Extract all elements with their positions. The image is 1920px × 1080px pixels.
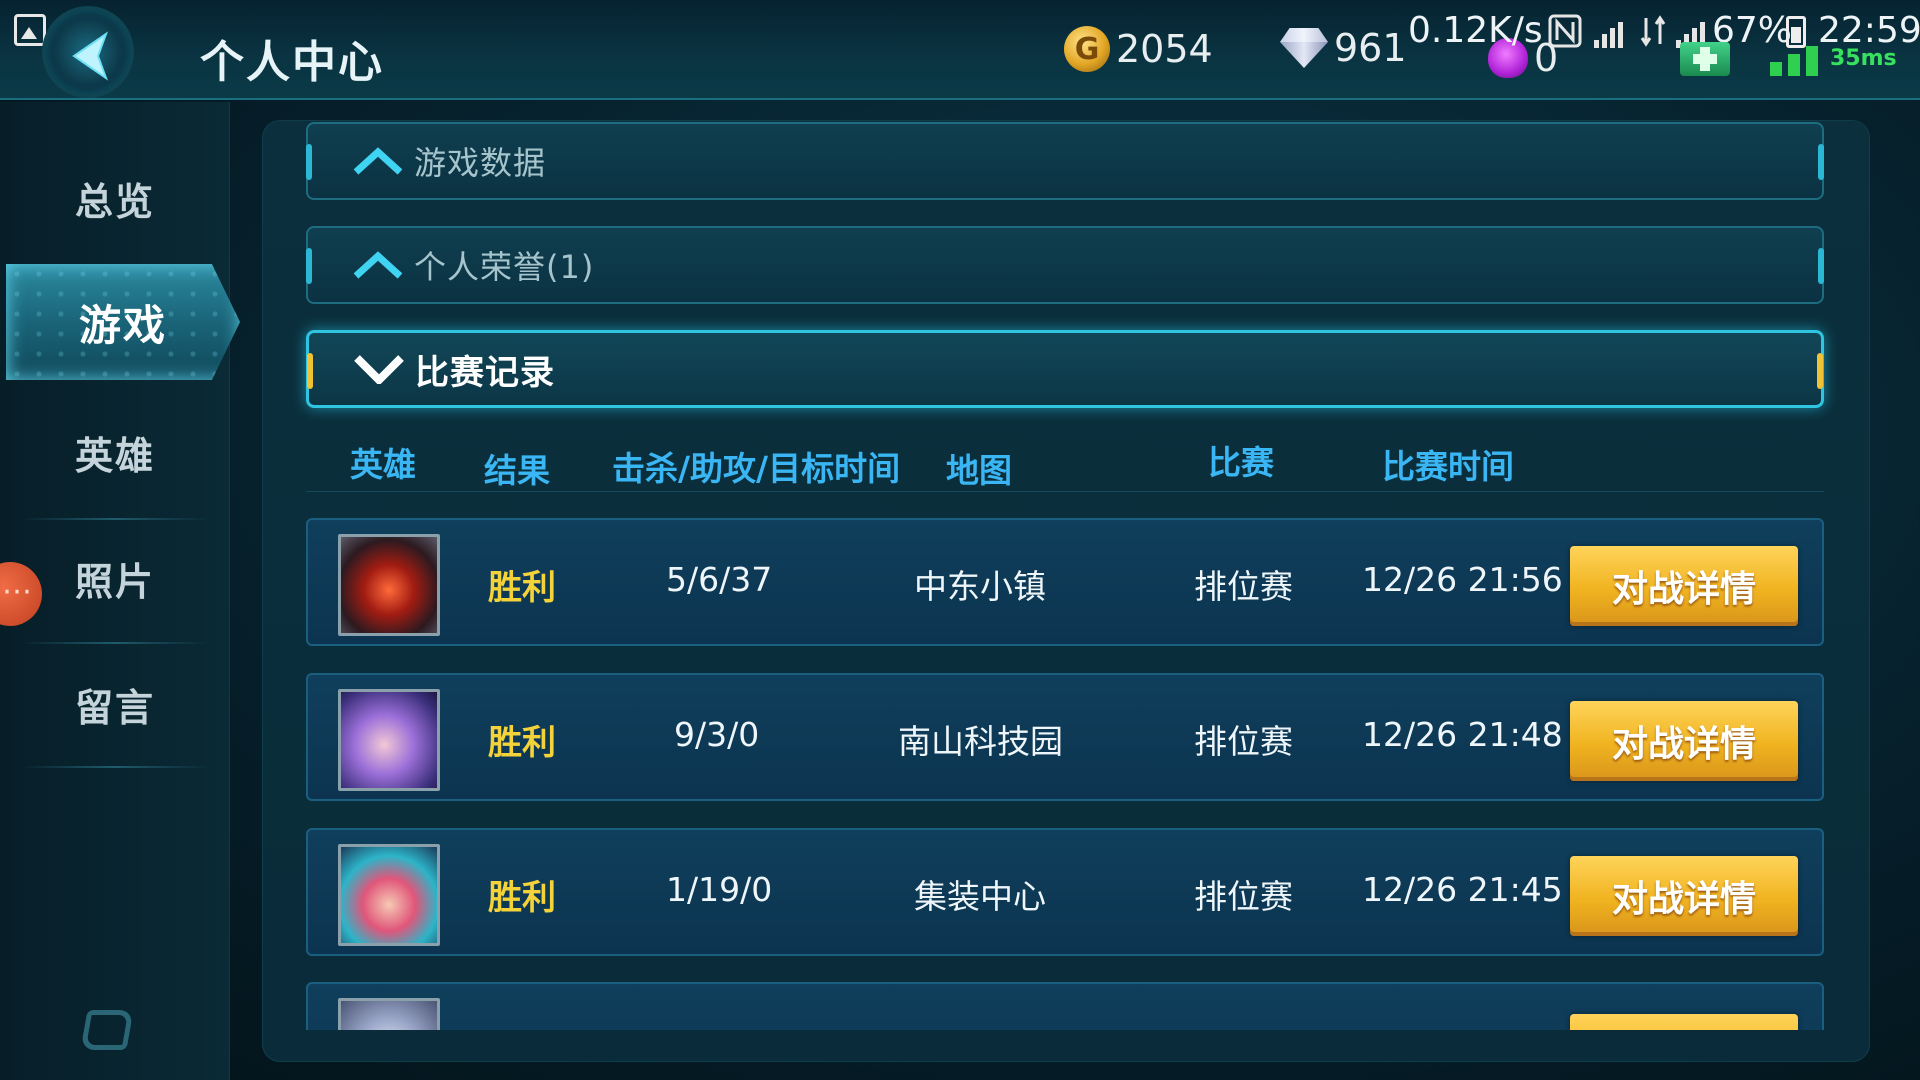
top-bar: 个人中心 G 2054 961 0 0.12K/s 67% 22:59 35ms — [0, 0, 1920, 100]
match-detail-button[interactable]: 对战详情 — [1570, 856, 1798, 936]
back-button[interactable] — [42, 6, 134, 98]
clock: 22:59 — [1818, 10, 1920, 51]
battery-icon — [1786, 16, 1806, 48]
match-map: 集装中心 — [914, 877, 1046, 916]
table-row[interactable]: 胜利 1/19/0 集装中心 排位赛 12/26 21:45 对战详情 — [306, 828, 1824, 956]
section-personal-honors[interactable]: 个人荣誉(1) — [306, 226, 1824, 304]
match-mode: 排位赛 — [1194, 877, 1293, 916]
page-title: 个人中心 — [200, 37, 384, 88]
section-label: 游戏数据 — [414, 144, 547, 182]
section-label: 个人荣誉(1) — [414, 248, 595, 286]
hero-avatar — [338, 534, 440, 636]
section-match-history[interactable]: 比赛记录 — [306, 330, 1824, 408]
back-arrow-icon — [72, 31, 109, 81]
match-mode: 排位赛 — [1194, 722, 1293, 761]
table-row-clip — [306, 982, 1824, 1030]
chevron-up-icon — [353, 147, 403, 175]
chevron-down-icon — [354, 355, 404, 384]
match-kda: 9/3/0 — [674, 715, 760, 754]
table-row[interactable]: 胜利 9/3/0 南山科技园 排位赛 12/26 21:48 对战详情 — [306, 673, 1824, 801]
match-result: 胜利 — [488, 568, 556, 608]
column-time: 比赛时间 — [1382, 447, 1514, 486]
match-table-header: 英雄 结果 击杀/助攻/目标时间 地图 比赛 比赛时间 — [306, 432, 1824, 492]
diamond-counter: 961 — [1280, 26, 1407, 70]
match-map: 中东小镇 — [914, 567, 1046, 606]
match-time: 12/26 21:56 — [1362, 560, 1563, 599]
section-label: 比赛记录 — [415, 352, 555, 393]
match-time: 12/26 21:45 — [1362, 870, 1563, 909]
ping-bars-icon — [1770, 46, 1824, 76]
sidebar-item-label: 留言 — [74, 685, 155, 730]
sidebar-item-messages[interactable]: 留言 — [0, 642, 230, 766]
match-kda: 5/6/37 — [666, 560, 773, 599]
column-hero: 英雄 — [350, 445, 416, 484]
sidebar-item-game[interactable]: 游戏 — [6, 264, 240, 380]
diamond-amount: 961 — [1334, 26, 1407, 70]
table-row[interactable]: 胜利 5/6/37 中东小镇 排位赛 12/26 21:56 对战详情 — [306, 518, 1824, 646]
sidebar-item-overview[interactable]: 总览 — [0, 136, 230, 260]
gold-amount: 2054 — [1116, 27, 1213, 71]
sidebar-item-label: 游戏 — [78, 300, 167, 350]
health-plus-icon — [1680, 42, 1730, 76]
column-map: 地图 — [946, 451, 1012, 490]
table-row[interactable] — [306, 982, 1824, 1030]
match-detail-button[interactable]: 对战详情 — [1570, 546, 1798, 626]
match-detail-button[interactable] — [1570, 1014, 1798, 1030]
sidebar-item-label: 总览 — [74, 179, 155, 224]
network-speed: 0.12K/s — [1408, 10, 1543, 51]
diamond-icon — [1280, 28, 1328, 68]
match-result: 胜利 — [488, 723, 556, 763]
chevron-up-icon — [353, 251, 403, 279]
sidebar-item-label: 照片 — [74, 559, 155, 604]
gold-counter: G 2054 — [1064, 26, 1213, 72]
hero-avatar — [338, 998, 440, 1030]
ping-latency: 35ms — [1830, 46, 1897, 71]
match-kda: 1/19/0 — [666, 870, 773, 909]
match-map: 南山科技园 — [898, 722, 1063, 761]
match-result: 胜利 — [488, 878, 556, 918]
match-mode: 排位赛 — [1194, 567, 1293, 606]
hero-avatar — [338, 844, 440, 946]
mobile-data-icon — [1638, 14, 1674, 48]
sidebar-item-heroes[interactable]: 英雄 — [0, 390, 230, 514]
hero-avatar — [338, 689, 440, 791]
nfc-icon — [1548, 14, 1584, 48]
signal-strength-icon — [1594, 14, 1630, 48]
gallery-icon — [14, 14, 46, 46]
column-mode: 比赛 — [1208, 443, 1274, 482]
column-result: 结果 — [484, 451, 550, 490]
sidebar-divider — [20, 766, 210, 768]
match-detail-button[interactable]: 对战详情 — [1570, 701, 1798, 781]
match-time: 12/26 21:48 — [1362, 715, 1563, 754]
sidebar-item-label: 英雄 — [74, 433, 155, 478]
section-game-data[interactable]: 游戏数据 — [306, 122, 1824, 200]
game-logo-icon — [80, 1010, 134, 1050]
column-kda: 击杀/助攻/目标时间 — [612, 449, 901, 488]
gold-coin-icon: G — [1064, 26, 1110, 72]
